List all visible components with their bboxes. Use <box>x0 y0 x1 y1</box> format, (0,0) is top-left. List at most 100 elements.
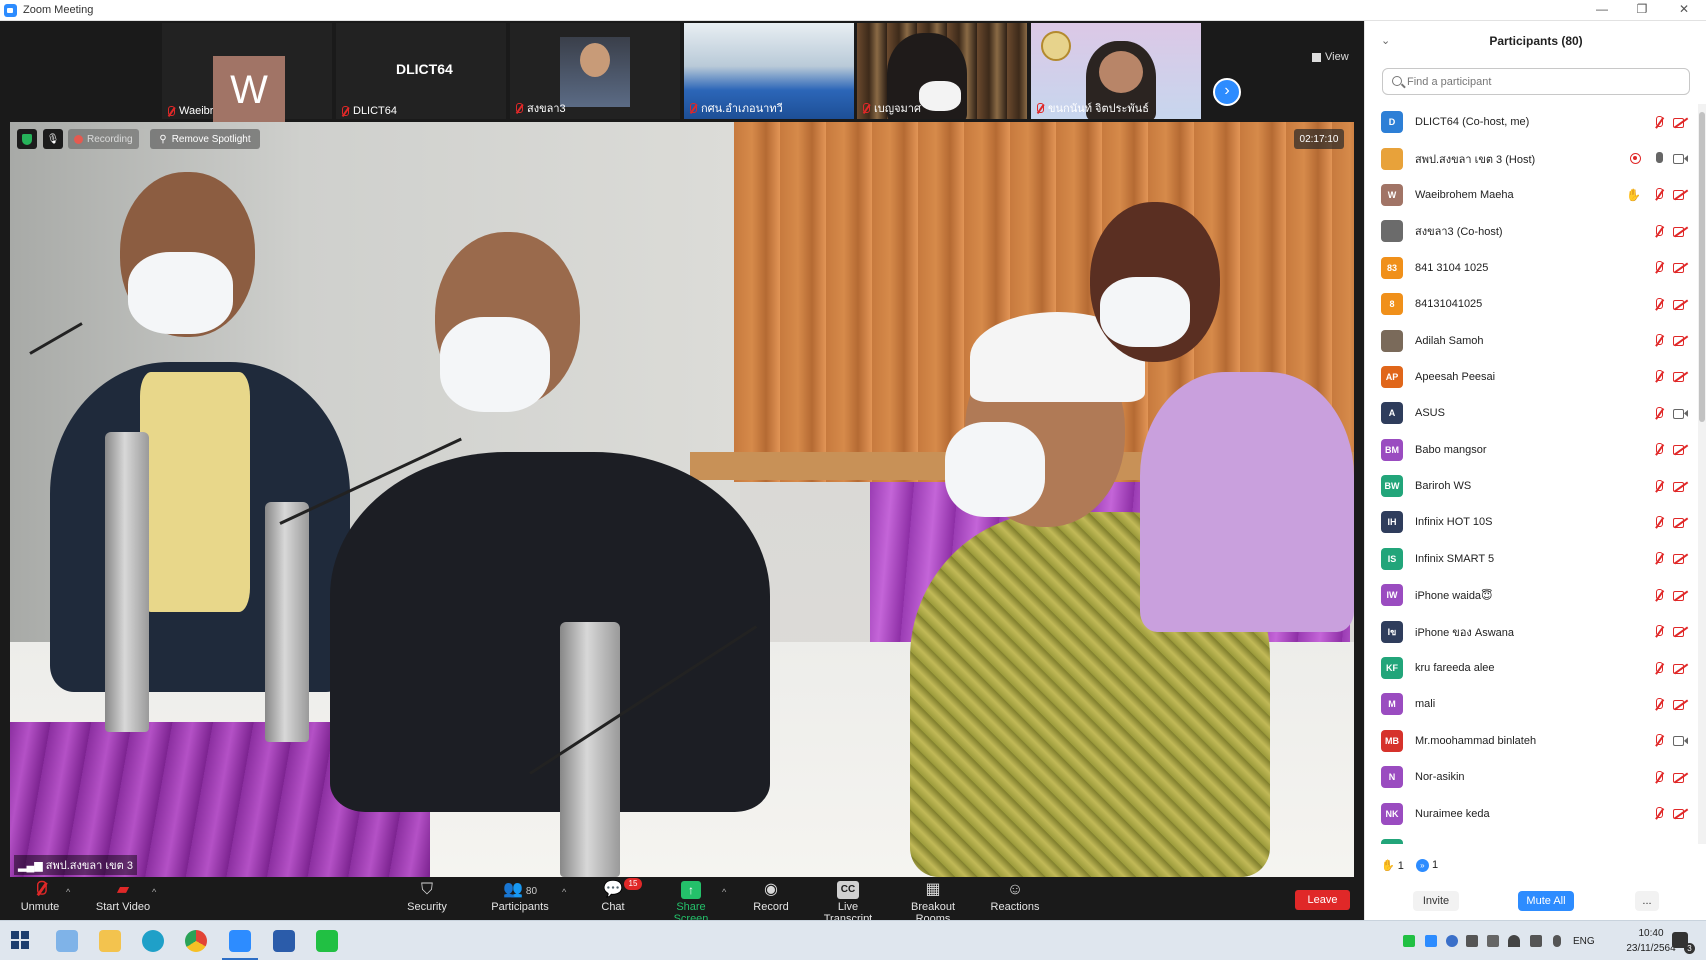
participant-list-scrollbar[interactable] <box>1698 104 1706 844</box>
word-app-icon[interactable] <box>273 930 295 952</box>
mute-all-button[interactable]: Mute All <box>1518 891 1574 911</box>
participant-row[interactable]: สงขลา3 (Co-host) <box>1365 213 1695 249</box>
line-tray-icon[interactable] <box>1403 935 1415 947</box>
bluetooth-icon[interactable] <box>1446 935 1458 947</box>
record-button[interactable]: ◉ Record <box>753 881 789 913</box>
participant-row[interactable]: Iข iPhone ของ Aswana <box>1365 613 1695 649</box>
participant-row[interactable]: KF kru fareeda alee <box>1365 650 1695 686</box>
microphone-muted-icon[interactable] <box>1653 807 1665 820</box>
file-explorer-icon[interactable] <box>99 930 121 952</box>
restore-button[interactable]: ❐ <box>1622 0 1662 21</box>
microphone-muted-icon[interactable] <box>1653 552 1665 565</box>
video-camera-off-icon[interactable] <box>1673 481 1687 492</box>
video-camera-off-icon[interactable] <box>1673 699 1687 710</box>
video-tile-khanokan[interactable]: ขนกนันท์ จิตประพันธ์ <box>1031 23 1201 119</box>
video-camera-off-icon[interactable] <box>1673 335 1687 347</box>
input-language[interactable]: ENG <box>1573 936 1595 947</box>
microphone-muted-icon[interactable] <box>1653 261 1665 274</box>
participant-row[interactable]: 8 84131041025 <box>1365 286 1695 322</box>
participant-row[interactable]: N Nor-asikin <box>1365 759 1695 795</box>
microphone-muted-icon[interactable] <box>1653 515 1665 529</box>
video-camera-off-icon[interactable] <box>1673 299 1687 310</box>
microphone-icon[interactable] <box>1653 152 1665 165</box>
participant-row[interactable] <box>1365 832 1695 844</box>
participant-row[interactable]: IW iPhone waida😇 <box>1365 577 1695 613</box>
participants-button[interactable]: 👥 80 Participants <box>490 881 550 913</box>
microphone-muted-icon[interactable] <box>1653 734 1665 747</box>
video-camera-off-icon[interactable] <box>1673 663 1687 674</box>
battery-icon[interactable] <box>1487 935 1499 947</box>
microphone-muted-icon[interactable] <box>1653 770 1665 784</box>
breakout-rooms-button[interactable]: ▦ Breakout Rooms <box>895 881 971 925</box>
zoom-tray-icon[interactable] <box>1425 935 1437 947</box>
video-camera-off-icon[interactable] <box>1673 772 1687 783</box>
security-tray-icon[interactable] <box>1466 935 1478 947</box>
main-speaker-video[interactable]: 🎙 Recording ⚲ Remove Spotlight 02:17:10 ▂… <box>10 122 1354 877</box>
participant-search[interactable] <box>1382 68 1690 95</box>
microphone-muted-icon[interactable] <box>1653 406 1665 420</box>
microphone-tray-icon[interactable] <box>1553 935 1561 947</box>
chrome-browser-icon[interactable] <box>185 930 207 952</box>
video-tile-songkhla3[interactable]: สงขลา3 <box>510 23 680 119</box>
video-camera-off-icon[interactable] <box>1673 590 1687 601</box>
next-page-arrow-icon[interactable]: › <box>1213 78 1241 106</box>
scrollbar-thumb[interactable] <box>1699 112 1705 422</box>
share-options-caret[interactable]: ^ <box>722 887 726 897</box>
participant-row[interactable]: D DLICT64 (Co-host, me) <box>1365 104 1695 140</box>
zoom-app-icon[interactable] <box>222 930 258 960</box>
video-camera-off-icon[interactable] <box>1673 444 1687 456</box>
microphone-muted-icon[interactable] <box>1653 697 1665 711</box>
microphone-muted-icon[interactable] <box>1653 370 1665 383</box>
microphone-muted-icon[interactable] <box>1653 334 1665 347</box>
video-camera-off-icon[interactable] <box>1673 189 1687 201</box>
video-tile-benjamas[interactable]: เบญจมาศ <box>857 23 1027 119</box>
video-camera-off-icon[interactable] <box>1673 808 1687 820</box>
microphone-muted-icon[interactable] <box>1653 297 1665 311</box>
audio-options-caret[interactable]: ^ <box>66 887 70 897</box>
go-faster-summary[interactable]: » 1 <box>1415 859 1438 872</box>
microphone-muted-icon[interactable] <box>1653 224 1665 238</box>
participant-row[interactable]: AP Apeesah Peesai <box>1365 359 1695 395</box>
video-camera-off-icon[interactable] <box>1673 117 1687 128</box>
microphone-muted-icon[interactable] <box>1653 188 1665 201</box>
microphone-muted-icon[interactable] <box>1653 443 1665 456</box>
search-input[interactable] <box>1407 73 1682 91</box>
microphone-muted-icon[interactable] <box>1653 625 1665 638</box>
participant-row[interactable]: IS Infinix SMART 5 <box>1365 541 1695 577</box>
edge-browser-icon[interactable] <box>142 930 164 952</box>
participant-row[interactable]: BW Bariroh WS <box>1365 468 1695 504</box>
live-transcript-button[interactable]: CC Live Transcript <box>813 881 883 925</box>
participant-row[interactable]: MB Mr.moohammad binlateh <box>1365 723 1695 759</box>
raised-hand-icon[interactable]: ✋ <box>1626 188 1641 202</box>
participant-row[interactable]: สพป.สงขลา เขต 3 (Host) <box>1365 140 1695 176</box>
reactions-button[interactable]: ☺ Reactions <box>990 881 1040 913</box>
video-camera-icon[interactable] <box>1673 153 1687 165</box>
participant-row[interactable]: BM Babo mangsor <box>1365 432 1695 468</box>
participant-row[interactable]: NK Nuraimee keda <box>1365 795 1695 831</box>
windows-start-icon[interactable] <box>10 930 32 952</box>
video-camera-off-icon[interactable] <box>1673 371 1687 383</box>
wifi-icon[interactable] <box>1508 935 1520 947</box>
participant-row[interactable]: IH Infinix HOT 10S <box>1365 504 1695 540</box>
microphone-muted-icon[interactable] <box>1653 588 1665 602</box>
participants-options-caret[interactable]: ^ <box>562 887 566 897</box>
video-camera-off-icon[interactable] <box>1673 262 1687 274</box>
participant-row[interactable]: Mmali <box>1365 686 1695 722</box>
invite-button[interactable]: Invite <box>1413 891 1459 911</box>
chat-button[interactable]: 💬 15 Chat <box>598 878 642 913</box>
more-options-button[interactable]: ... <box>1635 891 1659 911</box>
start-video-button[interactable]: ▰ Start Video <box>92 881 154 913</box>
video-camera-icon[interactable] <box>1673 408 1687 419</box>
video-camera-off-icon[interactable] <box>1673 626 1687 638</box>
security-button[interactable]: ⛉ Security <box>404 881 450 913</box>
task-view-icon[interactable] <box>56 930 78 952</box>
volume-muted-icon[interactable] <box>1530 935 1542 947</box>
raised-hands-summary[interactable]: ✋ 1 <box>1381 859 1404 872</box>
video-options-caret[interactable]: ^ <box>152 887 156 897</box>
microphone-muted-icon[interactable] <box>1653 115 1665 129</box>
participant-row[interactable]: A ASUS <box>1365 395 1695 431</box>
participant-row[interactable]: 83 841 3104 1025 <box>1365 250 1695 286</box>
video-camera-off-icon[interactable] <box>1673 226 1687 237</box>
participant-row[interactable]: W Waeibrohem Maeha ✋ <box>1365 177 1695 213</box>
unmute-button[interactable]: Unmute <box>20 880 60 913</box>
